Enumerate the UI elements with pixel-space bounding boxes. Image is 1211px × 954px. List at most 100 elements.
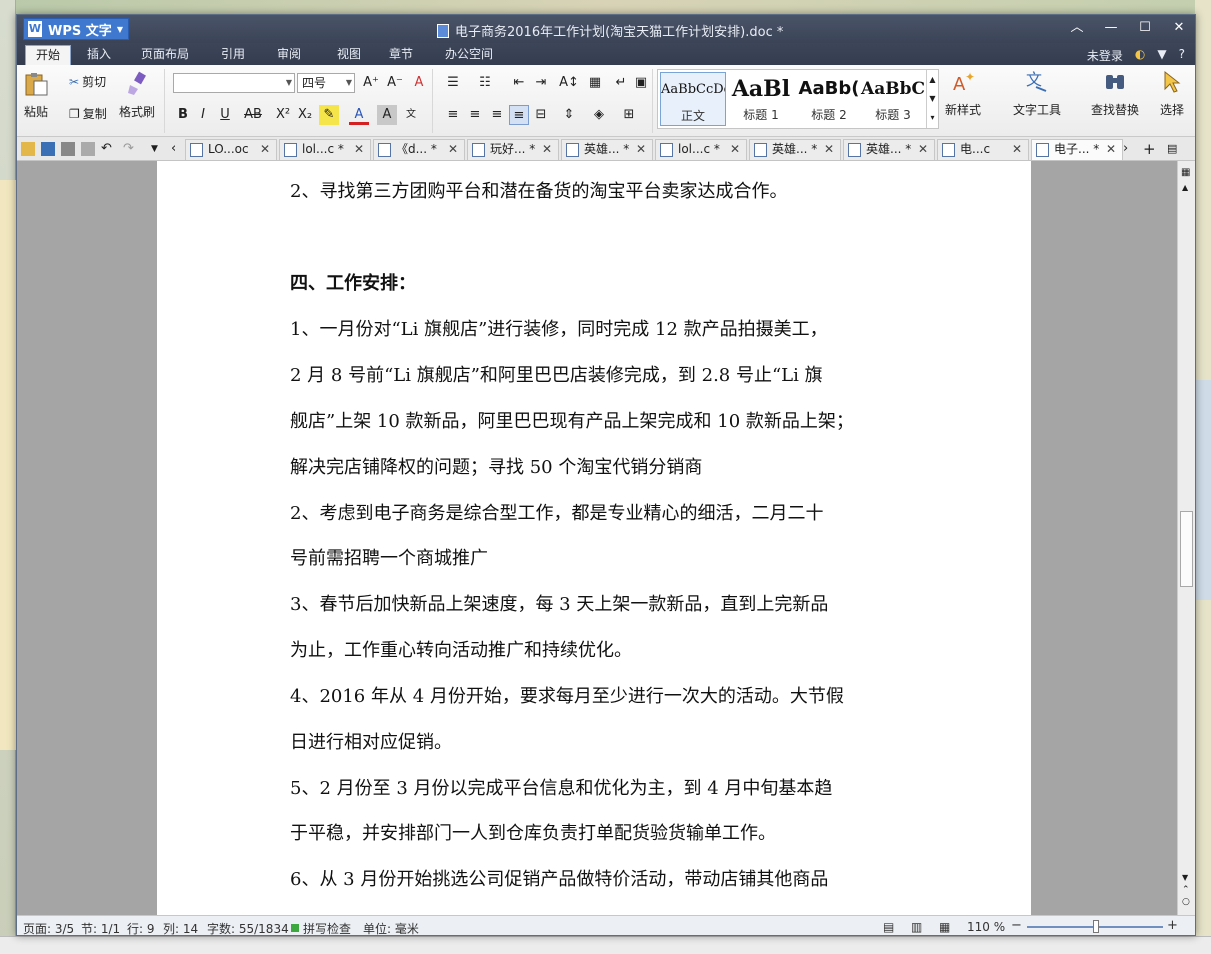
tab-office-space[interactable]: 办公空间 [435, 45, 503, 65]
font-color-icon[interactable]: A [349, 105, 369, 125]
close-icon[interactable]: ✕ [448, 140, 458, 159]
paragraph-mark-icon[interactable]: ↵ [611, 73, 631, 93]
maximize-button[interactable]: ☐ [1135, 19, 1155, 37]
scrollbar-thumb[interactable] [1180, 511, 1193, 587]
doc-tab[interactable]: LO...oc ✕ [185, 139, 277, 160]
undo-icon[interactable]: ↶ [101, 142, 115, 156]
help-button[interactable]: ? [1179, 47, 1185, 64]
subscript-icon[interactable]: X₂ [295, 105, 315, 125]
web-view-icon[interactable]: ▦ [939, 920, 950, 934]
close-button[interactable]: ✕ [1169, 19, 1189, 37]
print-preview-icon[interactable] [81, 142, 95, 156]
close-icon[interactable]: ✕ [260, 140, 270, 159]
copy-button[interactable]: ❐ 复制 [69, 105, 107, 122]
open-icon[interactable] [21, 142, 35, 156]
phonetic-guide-icon[interactable]: 文 [401, 105, 421, 125]
close-icon[interactable]: ✕ [1012, 140, 1022, 159]
line-spacing-icon[interactable]: ⇕ [559, 105, 579, 125]
document-page[interactable]: 2、寻找第三方团购平台和潜在备货的淘宝平台卖家达成合作。 四、工作安排： 1、一… [157, 161, 1031, 915]
clear-format-icon[interactable]: A [409, 73, 429, 93]
tab-scroll-right-icon[interactable]: › [1123, 142, 1137, 156]
close-icon[interactable]: ✕ [730, 140, 740, 159]
border-icon[interactable]: ⊞ [619, 105, 639, 125]
grow-font-icon[interactable]: A⁺ [361, 73, 381, 93]
tab-scroll-left-icon[interactable]: ‹ [171, 142, 185, 156]
doc-tab[interactable]: lol...c * ✕ [655, 139, 747, 160]
tab-insert[interactable]: 插入 [77, 45, 121, 65]
text-tools-button[interactable]: 文 文字工具 [1013, 69, 1061, 118]
decrease-indent-icon[interactable]: ⇤ [509, 73, 529, 93]
align-right-icon[interactable]: ≡ [487, 105, 507, 125]
find-replace-button[interactable]: 查找替换 [1091, 69, 1139, 118]
cut-button[interactable]: ✂ 剪切 [69, 73, 106, 90]
ruler-toggle-icon[interactable]: ▦ [1181, 167, 1190, 178]
style-heading-1[interactable]: AaBl 标题 1 [728, 72, 794, 126]
tab-chapter[interactable]: 章节 [379, 45, 423, 65]
zoom-slider-knob[interactable] [1093, 920, 1099, 933]
close-icon[interactable]: ✕ [542, 140, 552, 159]
zoom-in-icon[interactable]: + [1167, 918, 1178, 933]
superscript-icon[interactable]: X² [273, 105, 293, 125]
doc-tab[interactable]: 电...c ✕ [937, 139, 1029, 160]
doc-tab[interactable]: 英雄... * ✕ [843, 139, 935, 160]
save-icon[interactable] [41, 142, 55, 156]
status-word-count[interactable]: 字数: 55/1834 [207, 920, 289, 935]
print-icon[interactable] [61, 142, 75, 156]
tab-home[interactable]: 开始 [25, 45, 72, 65]
doc-tab-active[interactable]: 电子... * ✕ [1031, 139, 1123, 160]
status-page[interactable]: 页面: 3/5 [23, 920, 74, 935]
page-view-icon[interactable]: ▤ [883, 920, 894, 934]
underline-icon[interactable]: U [215, 105, 235, 125]
close-icon[interactable]: ✕ [1106, 140, 1116, 159]
doc-tab[interactable]: 英雄... * ✕ [561, 139, 653, 160]
doc-tab[interactable]: 《d... * ✕ [373, 139, 465, 160]
increase-indent-icon[interactable]: ⇥ [531, 73, 551, 93]
vertical-scrollbar[interactable]: ▦ ▲ ▼ ⌃ ○ [1177, 161, 1195, 915]
shrink-font-icon[interactable]: A⁻ [385, 73, 405, 93]
style-heading-3[interactable]: AaBbC 标题 3 [860, 72, 926, 126]
align-left-icon[interactable]: ≡ [443, 105, 463, 125]
doc-tab[interactable]: lol...c * ✕ [279, 139, 371, 160]
show-hide-icon[interactable]: ▣ [631, 73, 651, 93]
browse-object-icon[interactable]: ○ [1182, 897, 1190, 907]
text-direction-icon[interactable]: A↕ [559, 73, 579, 93]
new-style-button[interactable]: A ✦ 新样式 [945, 69, 981, 118]
bullet-list-icon[interactable]: ☰ [443, 73, 463, 93]
close-icon[interactable]: ✕ [918, 140, 928, 159]
paste-button[interactable]: 粘贴 [23, 71, 49, 120]
style-normal[interactable]: AaBbCcDd 正文 [660, 72, 726, 126]
redo-icon[interactable]: ↷ [123, 142, 137, 156]
close-icon[interactable]: ✕ [824, 140, 834, 159]
select-button[interactable]: 选择 [1159, 69, 1185, 118]
tab-list-icon[interactable]: ▤ [1167, 142, 1181, 156]
spell-check-button[interactable]: 拼写检查 [303, 920, 351, 935]
font-name-select[interactable]: ▼ [173, 73, 295, 93]
font-size-select[interactable]: 四号 ▼ [297, 73, 355, 93]
shading-icon[interactable]: ◈ [589, 105, 609, 125]
tab-page-layout[interactable]: 页面布局 [131, 45, 199, 65]
tab-view[interactable]: 视图 [327, 45, 371, 65]
justify-icon[interactable]: ≡ [509, 105, 529, 125]
new-tab-icon[interactable]: + [1143, 142, 1157, 157]
tab-review[interactable]: 审阅 [267, 45, 311, 65]
app-menu-button[interactable]: W WPS 文字 ▼ [23, 18, 129, 40]
scroll-down-icon[interactable]: ▼ [1182, 873, 1188, 882]
zoom-out-icon[interactable]: − [1011, 918, 1022, 933]
prev-page-icon[interactable]: ⌃ [1182, 885, 1190, 895]
distribute-icon[interactable]: ⊟ [531, 105, 551, 125]
numbered-list-icon[interactable]: ☷ [475, 73, 495, 93]
char-shading-icon[interactable]: A [377, 105, 397, 125]
zoom-level[interactable]: 110 % [967, 920, 1005, 934]
doc-tab[interactable]: 玩好... * ✕ [467, 139, 559, 160]
scroll-up-icon[interactable]: ▲ [1182, 183, 1188, 192]
collapse-ribbon-icon[interactable]: ︿ [1067, 19, 1087, 37]
minimize-button[interactable]: — [1101, 19, 1121, 37]
outline-view-icon[interactable]: ▥ [911, 920, 922, 934]
italic-icon[interactable]: I [193, 105, 213, 125]
customize-toolbar-icon[interactable]: ▼ [151, 142, 165, 156]
table-icon[interactable]: ▦ [585, 73, 605, 93]
login-link[interactable]: 未登录 [1087, 47, 1123, 64]
tab-references[interactable]: 引用 [211, 45, 255, 65]
close-icon[interactable]: ✕ [354, 140, 364, 159]
status-unit[interactable]: 单位: 毫米 [363, 920, 419, 935]
